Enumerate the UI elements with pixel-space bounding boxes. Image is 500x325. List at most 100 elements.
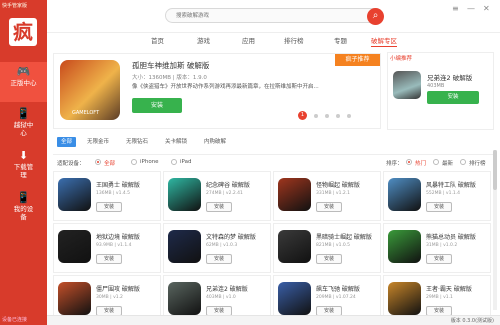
filter-unlimited-diamonds[interactable]: 无限钻石 <box>122 137 152 147</box>
game-name: 飙车飞驰 破解版 <box>316 286 360 293</box>
game-icon <box>58 282 91 315</box>
settings-icon[interactable]: ≡ <box>452 4 459 13</box>
game-card[interactable]: 地狱边境 破解版 93.9MB | v1.1.4 安装 <box>53 223 161 273</box>
sort-latest-label: 最新 <box>442 161 454 167</box>
pager-dot[interactable] <box>347 113 351 118</box>
install-button[interactable]: 安装 <box>426 254 452 264</box>
game-size: 331MB | v1.2.1 <box>316 191 351 196</box>
game-name: 兄弟连2 破解版 <box>206 286 248 293</box>
game-icon <box>168 178 201 211</box>
banner-icon-text: GAMELOFT <box>72 110 100 116</box>
recommend-game-icon <box>393 71 421 99</box>
game-name: 怪物崛起 破解版 <box>316 182 360 189</box>
game-icon <box>278 178 311 211</box>
tab-ranking[interactable]: 排行榜 <box>284 35 304 45</box>
radio-all[interactable] <box>95 159 101 165</box>
scrollbar[interactable] <box>493 150 497 310</box>
close-icon[interactable]: ✕ <box>483 4 490 13</box>
recommend-game-size: 403MB <box>427 83 445 89</box>
device-label: 适配设备： <box>57 161 85 167</box>
game-size: 136MB | v1.4.5 <box>96 191 131 196</box>
version-label: 版本 0.3.0(测试版) <box>450 318 494 324</box>
filter-level-unlock[interactable]: 关卡解锁 <box>161 137 191 147</box>
radio-iphone-label: iPhone <box>140 159 159 165</box>
game-card[interactable]: 风暴特工队 破解版 552MB | v1.1.4 安装 <box>383 171 491 221</box>
top-bar: ⌕ ≡ — ✕ <box>47 0 500 33</box>
install-button[interactable]: 安装 <box>96 202 122 212</box>
game-size: 30MB | v1.2 <box>96 295 123 300</box>
radio-all-label: 全部 <box>104 161 116 167</box>
connection-status: 设备已连接 <box>2 317 28 323</box>
minimize-icon[interactable]: — <box>467 4 475 13</box>
install-button[interactable]: 安装 <box>316 202 342 212</box>
game-size: 31MB | v1.0.2 <box>426 243 458 248</box>
tab-topics[interactable]: 专题 <box>334 35 347 45</box>
tab-home[interactable]: 首页 <box>151 35 164 45</box>
sidebar-item-devices[interactable]: 📱 我的设备 <box>0 188 47 228</box>
editor-recommend-tag: 小编推荐 <box>390 56 413 62</box>
game-icon <box>168 230 201 263</box>
game-icon <box>168 282 201 315</box>
game-name: 熊猫总动员 破解版 <box>426 234 476 241</box>
recommend-install-button[interactable]: 安装 <box>427 91 479 104</box>
tab-games[interactable]: 游戏 <box>197 35 210 45</box>
sidebar-item-official[interactable]: 🎮 正版中心 <box>0 62 47 102</box>
editor-recommend-panel[interactable]: 小编推荐 兄弟连2 破解版 403MB 安装 <box>387 52 494 130</box>
game-icon <box>58 230 91 263</box>
sort-label: 排序： <box>386 161 403 167</box>
install-button[interactable]: 安装 <box>316 254 342 264</box>
banner-title: 孤胆车神维加斯 破解版 <box>132 61 210 70</box>
game-card[interactable]: 纪念碑谷 破解版 274MB | v2.2.41 安装 <box>163 171 271 221</box>
sidebar-item-label: 下载管理 <box>13 163 34 179</box>
sidebar-item-downloads[interactable]: ⬇ 下载管理 <box>0 146 47 186</box>
radio-ipad[interactable] <box>171 159 177 165</box>
game-icon <box>58 178 91 211</box>
game-name: 风暴特工队 破解版 <box>426 182 476 189</box>
scrollbar-thumb[interactable] <box>493 150 497 190</box>
banner-meta: 大小：1360MB | 版本：1.9.0 <box>132 75 207 81</box>
install-button[interactable]: 安装 <box>206 202 232 212</box>
pager-dot[interactable] <box>336 113 340 118</box>
sort-hot-label: 热门 <box>415 161 427 167</box>
game-name: 王者·霸天 破解版 <box>426 286 472 293</box>
pager-dot[interactable] <box>325 113 329 118</box>
filter-bar: 全部 无限金币 无限钻石 关卡解锁 内购破解 <box>53 137 493 147</box>
radio-ipad-label: iPad <box>180 159 192 165</box>
sort-hot[interactable] <box>406 159 412 165</box>
game-card[interactable]: 怪物崛起 破解版 331MB | v1.2.1 安装 <box>273 171 381 221</box>
sort-latest[interactable] <box>433 159 439 165</box>
download-icon: ⬇ <box>18 149 29 162</box>
game-size: 62MB | v1.0.3 <box>206 243 238 248</box>
game-card[interactable]: 黑暗骑士崛起 破解版 821MB | v1.0.5 安装 <box>273 223 381 273</box>
game-size: 29MB | v1.1 <box>426 295 453 300</box>
game-card[interactable]: 文特森的梦 破解版 62MB | v1.0.3 安装 <box>163 223 271 273</box>
install-button[interactable]: 安装 <box>206 254 232 264</box>
game-size: 93.9MB | v1.1.4 <box>96 243 132 248</box>
sort-ranking-label: 排行榜 <box>469 161 486 167</box>
game-name: 黑暗骑士崛起 破解版 <box>316 234 372 241</box>
game-name: 纪念碑谷 破解版 <box>206 182 250 189</box>
sort-ranking[interactable] <box>460 159 466 165</box>
filter-iap-crack[interactable]: 内购破解 <box>200 137 230 147</box>
install-button[interactable]: 安装 <box>96 254 122 264</box>
tab-apps[interactable]: 应用 <box>242 35 255 45</box>
search-icon[interactable]: ⌕ <box>367 8 384 25</box>
search-input[interactable] <box>166 9 346 22</box>
tab-cracked[interactable]: 破解专区 <box>371 35 397 47</box>
pager-dot[interactable]: 1 <box>298 111 307 120</box>
game-card[interactable]: 熊猫总动员 破解版 31MB | v1.0.2 安装 <box>383 223 491 273</box>
filter-unlimited-coins[interactable]: 无限金币 <box>83 137 113 147</box>
game-name: 王国勇士 破解版 <box>96 182 140 189</box>
game-size: 403MB | v1.0 <box>206 295 236 300</box>
game-size: 274MB | v2.2.41 <box>206 191 243 196</box>
pager-dot[interactable] <box>314 113 318 118</box>
radio-iphone[interactable] <box>131 159 137 165</box>
device-filter-bar: 适配设备： 全部 iPhone iPad 排序： 热门 最新 排行榜 <box>53 154 493 168</box>
game-name: 文特森的梦 破解版 <box>206 234 256 241</box>
banner-install-button[interactable]: 安装 <box>132 98 182 113</box>
sidebar-item-label: 正版中心 <box>10 79 37 87</box>
game-card[interactable]: 王国勇士 破解版 136MB | v1.4.5 安装 <box>53 171 161 221</box>
install-button[interactable]: 安装 <box>426 202 452 212</box>
sidebar-item-jailbreak[interactable]: 📱 越狱中心 <box>0 104 47 144</box>
filter-all[interactable]: 全部 <box>57 137 77 147</box>
